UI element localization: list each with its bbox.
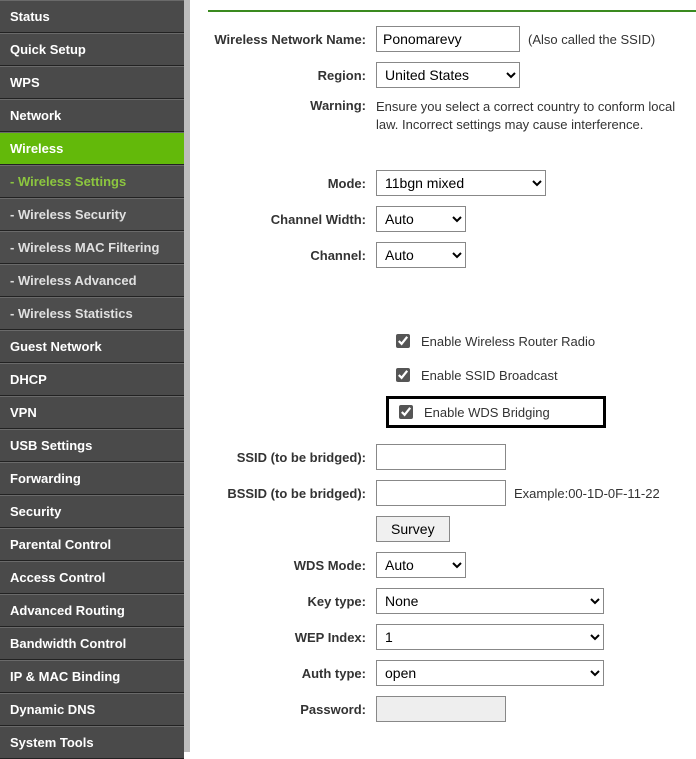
ssid-label: Wireless Network Name: — [208, 32, 376, 47]
region-label: Region: — [208, 68, 376, 83]
warning-text: Ensure you select a correct country to c… — [376, 98, 696, 134]
divider-top — [208, 10, 696, 12]
ssid-input[interactable] — [376, 26, 520, 52]
enable-radio-checkbox[interactable] — [396, 334, 410, 348]
wep-index-label: WEP Index: — [208, 630, 376, 645]
chwidth-select[interactable]: Auto — [376, 206, 466, 232]
channel-select[interactable]: Auto — [376, 242, 466, 268]
key-type-select[interactable]: None — [376, 588, 604, 614]
sidebar-item-network[interactable]: Network — [0, 99, 184, 132]
wds-mode-select[interactable]: Auto — [376, 552, 466, 578]
sidebar-sub-wireless-statistics[interactable]: - Wireless Statistics — [0, 297, 184, 330]
sidebar-item-dynamic-dns[interactable]: Dynamic DNS — [0, 693, 184, 726]
key-type-label: Key type: — [208, 594, 376, 609]
sidebar-item-wireless[interactable]: Wireless — [0, 132, 184, 165]
sidebar-sub-wireless-advanced[interactable]: - Wireless Advanced — [0, 264, 184, 297]
sidebar-item-guest-network[interactable]: Guest Network — [0, 330, 184, 363]
mode-select[interactable]: 11bgn mixed — [376, 170, 546, 196]
sidebar-item-bandwidth-control[interactable]: Bandwidth Control — [0, 627, 184, 660]
sidebar-item-access-control[interactable]: Access Control — [0, 561, 184, 594]
sidebar-sub-wireless-mac-filtering[interactable]: - Wireless MAC Filtering — [0, 231, 184, 264]
password-input[interactable] — [376, 696, 506, 722]
region-select[interactable]: United States — [376, 62, 520, 88]
warning-label: Warning: — [208, 98, 376, 113]
main-panel: Wireless Network Name: (Also called the … — [190, 0, 696, 752]
sidebar-item-forwarding[interactable]: Forwarding — [0, 462, 184, 495]
sidebar-item-system-tools[interactable]: System Tools — [0, 726, 184, 759]
bssid-example: Example:00-1D-0F-11-22 — [514, 486, 660, 501]
survey-button[interactable]: Survey — [376, 516, 450, 542]
sidebar-sub-wireless-security[interactable]: - Wireless Security — [0, 198, 184, 231]
password-label: Password: — [208, 702, 376, 717]
sidebar-item-dhcp[interactable]: DHCP — [0, 363, 184, 396]
sidebar-item-parental-control[interactable]: Parental Control — [0, 528, 184, 561]
ssid-note: (Also called the SSID) — [528, 32, 655, 47]
bridged-bssid-input[interactable] — [376, 480, 506, 506]
sidebar-item-ip-mac-binding[interactable]: IP & MAC Binding — [0, 660, 184, 693]
enable-ssid-checkbox[interactable] — [396, 368, 410, 382]
auth-type-label: Auth type: — [208, 666, 376, 681]
sidebar-item-security[interactable]: Security — [0, 495, 184, 528]
wds-mode-label: WDS Mode: — [208, 558, 376, 573]
chwidth-label: Channel Width: — [208, 212, 376, 227]
enable-wds-label: Enable WDS Bridging — [424, 405, 550, 420]
enable-wds-checkbox[interactable] — [399, 405, 413, 419]
sidebar-item-quick-setup[interactable]: Quick Setup — [0, 33, 184, 66]
sidebar-item-advanced-routing[interactable]: Advanced Routing — [0, 594, 184, 627]
sidebar-sub-wireless-settings[interactable]: - Wireless Settings — [0, 165, 184, 198]
bridged-bssid-label: BSSID (to be bridged): — [208, 486, 376, 501]
sidebar-item-wps[interactable]: WPS — [0, 66, 184, 99]
sidebar-item-status[interactable]: Status — [0, 0, 184, 33]
bridged-ssid-input[interactable] — [376, 444, 506, 470]
auth-type-select[interactable]: open — [376, 660, 604, 686]
enable-ssid-label: Enable SSID Broadcast — [421, 368, 558, 383]
mode-label: Mode: — [208, 176, 376, 191]
sidebar-item-vpn[interactable]: VPN — [0, 396, 184, 429]
enable-radio-label: Enable Wireless Router Radio — [421, 334, 595, 349]
bridged-ssid-label: SSID (to be bridged): — [208, 450, 376, 465]
channel-label: Channel: — [208, 248, 376, 263]
wep-index-select[interactable]: 1 — [376, 624, 604, 650]
sidebar: StatusQuick SetupWPSNetworkWireless- Wir… — [0, 0, 184, 752]
sidebar-item-usb-settings[interactable]: USB Settings — [0, 429, 184, 462]
